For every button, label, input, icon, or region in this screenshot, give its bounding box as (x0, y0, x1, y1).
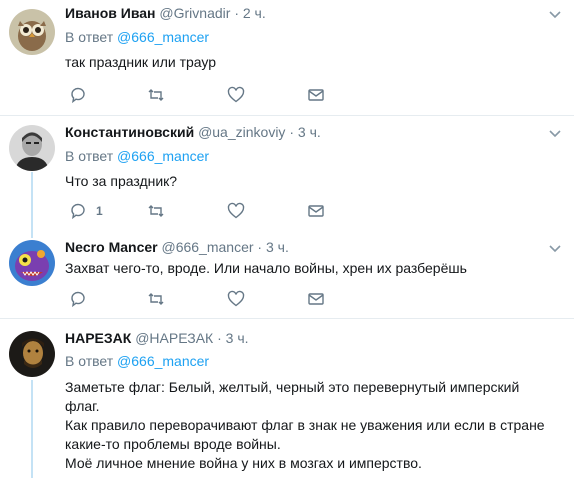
tweet-text: Заметьте флаг: Белый, желтый, черный это… (65, 378, 565, 473)
heart-icon (227, 290, 245, 307)
author-handle[interactable]: @666_mancer (161, 239, 253, 255)
tweet-actions (65, 289, 345, 309)
reply-to-line: В ответ @666_mancer (65, 352, 209, 370)
reply-to-label: В ответ (65, 148, 114, 164)
tweet-text: так праздник или траур (65, 53, 565, 72)
reply-mention-link[interactable]: @666_mancer (117, 29, 209, 45)
avatar-666-mancer[interactable] (9, 240, 55, 286)
reply-to-label: В ответ (65, 353, 114, 369)
author-handle[interactable]: @ua_zinkoviy (198, 124, 285, 140)
reply-icon (71, 87, 85, 104)
separator-dot: · (234, 5, 239, 21)
owl-avatar-icon (9, 9, 55, 55)
tweet-time[interactable]: 3 ч. (266, 239, 289, 255)
tweet-time[interactable]: 2 ч. (243, 5, 266, 21)
retweet-button[interactable] (147, 289, 165, 309)
retweet-icon (148, 89, 164, 101)
tweet-text: Захват чего-то, вроде. Или начало войны,… (65, 259, 565, 278)
like-button[interactable] (227, 201, 245, 221)
tweet-text: Что за праздник? (65, 172, 565, 191)
reply-mention-link[interactable]: @666_mancer (117, 148, 209, 164)
tweet-header: Константиновский @ua_zinkoviy · 3 ч. (65, 123, 321, 141)
tweet-header: Necro Mancer @666_mancer · 3 ч. (65, 238, 289, 256)
envelope-icon (308, 293, 324, 305)
tweet-text-line: какие-то проблемы вроде войны. (65, 436, 281, 452)
tweet-text-line: флаг. (65, 398, 100, 414)
reply-icon (71, 291, 85, 308)
avatar-narezak[interactable] (9, 331, 55, 377)
retweet-icon (148, 205, 164, 217)
more-options-chevron-icon[interactable] (548, 7, 562, 21)
reply-button[interactable]: 1 (69, 201, 103, 221)
thread-connector-line (31, 172, 33, 238)
separator-dot: · (289, 124, 294, 140)
like-button[interactable] (227, 85, 245, 105)
author-handle[interactable]: @Grivnadir (159, 5, 230, 21)
reply-icon (71, 203, 85, 220)
retweet-icon (148, 293, 164, 305)
avatar-grivnadir[interactable] (9, 9, 55, 55)
direct-message-button[interactable] (307, 289, 325, 309)
thread-connector-line (31, 380, 33, 478)
tweet-text-line: Заметьте флаг: Белый, желтый, черный это… (65, 379, 520, 395)
monster-avatar-icon (9, 240, 55, 286)
tweet-actions (65, 85, 345, 105)
reply-button[interactable] (69, 289, 87, 309)
person-avatar-icon (9, 125, 55, 171)
tweet-actions: 1 (65, 201, 345, 221)
tweet-divider (0, 115, 574, 116)
reply-mention-link[interactable]: @666_mancer (117, 353, 209, 369)
tweet-text-line: Как правило переворачивают флаг в знак н… (65, 417, 545, 433)
tweet-text-line: так праздник или траур (65, 54, 217, 70)
like-button[interactable] (227, 289, 245, 309)
tweet-divider (0, 318, 574, 319)
heart-icon (227, 86, 245, 103)
reply-to-label: В ответ (65, 29, 114, 45)
tweet-header: Иванов Иван @Grivnadir · 2 ч. (65, 4, 266, 22)
tweet-time[interactable]: 3 ч. (298, 124, 321, 140)
more-options-chevron-icon[interactable] (548, 126, 562, 140)
author-handle[interactable]: @НАРЕЗАК (135, 330, 213, 346)
envelope-icon (308, 205, 324, 217)
more-options-chevron-icon[interactable] (548, 241, 562, 255)
reply-to-line: В ответ @666_mancer (65, 28, 209, 46)
author-name[interactable]: Константиновский (65, 124, 194, 140)
tweet-text-line: Что за праздник? (65, 173, 178, 189)
person-avatar-icon (9, 331, 55, 377)
author-name[interactable]: Necro Mancer (65, 239, 158, 255)
direct-message-button[interactable] (307, 201, 325, 221)
envelope-icon (308, 89, 324, 101)
author-name[interactable]: НАРЕЗАК (65, 330, 131, 346)
reply-count: 1 (96, 204, 103, 218)
tweet-text-line: Моё личное мнение война у них в мозгах и… (65, 455, 422, 471)
tweet-header: НАРЕЗАК @НАРЕЗАК · 3 ч. (65, 329, 249, 347)
avatar-ua-zinkoviy[interactable] (9, 125, 55, 171)
reply-button[interactable] (69, 85, 87, 105)
tweet-time[interactable]: 3 ч. (226, 330, 249, 346)
direct-message-button[interactable] (307, 85, 325, 105)
retweet-button[interactable] (147, 201, 165, 221)
author-name[interactable]: Иванов Иван (65, 5, 156, 21)
separator-dot: · (257, 239, 263, 255)
separator-dot: · (217, 330, 222, 346)
retweet-button[interactable] (147, 85, 165, 105)
heart-icon (227, 202, 245, 219)
tweet-text-line: Захват чего-то, вроде. Или начало войны,… (65, 260, 467, 276)
reply-to-line: В ответ @666_mancer (65, 147, 209, 165)
